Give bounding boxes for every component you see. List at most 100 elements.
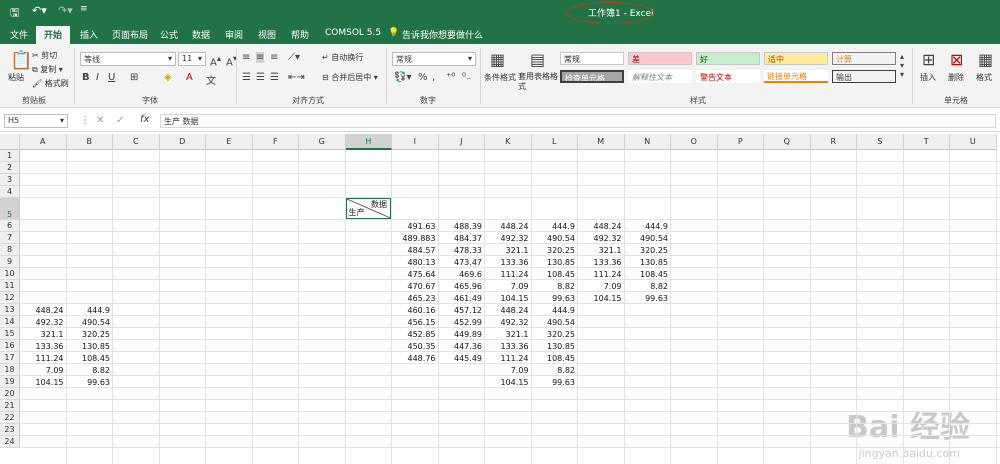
cell-A18[interactable]: 7.09 [20, 365, 64, 376]
wrap-text-button[interactable]: ↵ 自动换行 [322, 52, 363, 63]
cell-A14[interactable]: 492.32 [20, 317, 64, 328]
orientation-icon[interactable]: ⟋▾ [288, 52, 300, 63]
row-header-2[interactable]: 2 [0, 162, 20, 174]
align-bottom-icon[interactable]: ≡ [270, 52, 278, 63]
tab-view[interactable]: 视图 [258, 28, 276, 41]
enter-icon[interactable]: ✓ [116, 115, 124, 126]
cell-J15[interactable]: 449.89 [439, 329, 482, 340]
insert-cells-button[interactable]: 插入 [920, 72, 936, 83]
align-right-icon[interactable]: ☰ [270, 72, 279, 83]
column-header-G[interactable]: G [299, 134, 346, 150]
column-header-O[interactable]: O [671, 134, 718, 150]
cell-L13[interactable]: 444.9 [532, 305, 575, 316]
column-header-U[interactable]: U [950, 134, 997, 150]
cell-N10[interactable]: 108.45 [625, 269, 668, 280]
row-header-15[interactable]: 15 [0, 328, 20, 340]
cell-L15[interactable]: 320.25 [532, 329, 575, 340]
cell-K13[interactable]: 448.24 [485, 305, 529, 316]
cell-L11[interactable]: 8.82 [532, 281, 575, 292]
worksheet-grid[interactable]: 数据 生产 Bai 经验 jingyan.baidu.com ABCDEFGHI… [0, 134, 1000, 464]
cell-L17[interactable]: 108.45 [532, 353, 575, 364]
cell-K7[interactable]: 492.32 [485, 233, 529, 244]
cell-J6[interactable]: 488.39 [439, 221, 482, 232]
insert-cells-icon[interactable]: ⊞ [922, 50, 935, 69]
row-header-24[interactable]: 24 [0, 436, 20, 448]
align-middle-icon[interactable]: ≡ [256, 52, 265, 63]
column-header-I[interactable]: I [392, 134, 439, 150]
phonetic-icon[interactable]: 文 [206, 72, 216, 87]
column-header-R[interactable]: R [810, 134, 857, 150]
cell-A15[interactable]: 321.1 [20, 329, 64, 340]
cell-N7[interactable]: 490.54 [625, 233, 668, 244]
conditional-format-button[interactable]: 条件格式 [484, 72, 516, 83]
row-header-16[interactable]: 16 [0, 340, 20, 352]
cell-N6[interactable]: 444.9 [625, 221, 668, 232]
border-icon[interactable]: ⊞ [130, 72, 138, 83]
cell-M10[interactable]: 111.24 [578, 269, 622, 280]
column-header-B[interactable]: B [66, 134, 113, 150]
style-bad[interactable]: 差 [628, 52, 692, 65]
number-format-select[interactable]: 常规 ▾ [392, 52, 476, 66]
copy-button[interactable]: ⧉ 复制 ▾ [32, 64, 63, 75]
cell-B16[interactable]: 130.85 [67, 341, 110, 352]
cell-M7[interactable]: 492.32 [578, 233, 622, 244]
save-icon[interactable]: 🖫 [10, 4, 19, 23]
cell-I12[interactable]: 465.23 [392, 293, 436, 304]
cell-M9[interactable]: 133.36 [578, 257, 622, 268]
cell-I17[interactable]: 448.76 [392, 353, 436, 364]
cell-I13[interactable]: 460.16 [392, 305, 436, 316]
row-header-4[interactable]: 4 [0, 186, 20, 198]
tab-data[interactable]: 数据 [192, 28, 210, 41]
column-header-F[interactable]: F [252, 134, 299, 150]
cell-B13[interactable]: 444.9 [67, 305, 110, 316]
style-good[interactable]: 好 [696, 52, 760, 65]
tab-comsol[interactable]: COMSOL 5.5 [325, 28, 381, 38]
column-header-C[interactable]: C [113, 134, 160, 150]
currency-icon[interactable]: 💱▾ [394, 72, 411, 83]
cell-A17[interactable]: 111.24 [20, 353, 64, 364]
paste-button[interactable]: 粘贴 [8, 72, 24, 83]
tell-me-search[interactable]: 告诉我你想要做什么 [402, 28, 483, 41]
redo-icon[interactable]: ↷▾ [58, 4, 73, 17]
undo-icon[interactable]: ↶▾ [32, 4, 47, 17]
column-header-H[interactable]: H [345, 134, 392, 150]
cell-N8[interactable]: 320.25 [625, 245, 668, 256]
cell-I10[interactable]: 475.64 [392, 269, 436, 280]
style-neutral[interactable]: 适中 [764, 52, 828, 65]
cell-J11[interactable]: 465.96 [439, 281, 482, 292]
diagonal-header-cell[interactable]: 数据 生产 [344, 197, 392, 220]
format-painter-button[interactable]: 🖌 格式刷 [32, 78, 69, 89]
cell-K14[interactable]: 492.32 [485, 317, 529, 328]
cell-K9[interactable]: 133.36 [485, 257, 529, 268]
column-header-A[interactable]: A [20, 134, 67, 150]
cell-M8[interactable]: 321.1 [578, 245, 622, 256]
row-header-21[interactable]: 21 [0, 400, 20, 412]
cell-L7[interactable]: 490.54 [532, 233, 575, 244]
style-warning[interactable]: 警告文本 [696, 70, 760, 83]
delete-cells-icon[interactable]: ⊠ [950, 50, 963, 69]
cell-J7[interactable]: 484.37 [439, 233, 482, 244]
cell-I11[interactable]: 470.67 [392, 281, 436, 292]
cell-A16[interactable]: 133.36 [20, 341, 64, 352]
cell-L8[interactable]: 320.25 [532, 245, 575, 256]
align-center-icon[interactable]: ☰ [256, 72, 265, 83]
style-calculation[interactable]: 计算 [832, 52, 896, 65]
column-header-N[interactable]: N [624, 134, 671, 150]
column-header-E[interactable]: E [206, 134, 253, 150]
row-header-14[interactable]: 14 [0, 316, 20, 328]
cell-J13[interactable]: 457.12 [439, 305, 482, 316]
cell-J9[interactable]: 473.47 [439, 257, 482, 268]
styles-scroll-icon[interactable]: ▴ ▾ ▾ [900, 52, 904, 79]
cell-M12[interactable]: 104.15 [578, 293, 622, 304]
column-header-Q[interactable]: Q [764, 134, 811, 150]
row-header-17[interactable]: 17 [0, 352, 20, 364]
underline-icon[interactable]: U [108, 72, 115, 83]
cell-L10[interactable]: 108.45 [532, 269, 575, 280]
cell-N9[interactable]: 130.85 [625, 257, 668, 268]
font-size-select[interactable]: 11 ▾ [178, 52, 206, 66]
row-header-18[interactable]: 18 [0, 364, 20, 376]
format-cells-icon[interactable]: ▦ [978, 50, 993, 69]
row-header-6[interactable]: 6 [0, 220, 20, 232]
style-linked-cell[interactable]: 链接单元格 [764, 70, 828, 83]
cell-J12[interactable]: 461.49 [439, 293, 482, 304]
